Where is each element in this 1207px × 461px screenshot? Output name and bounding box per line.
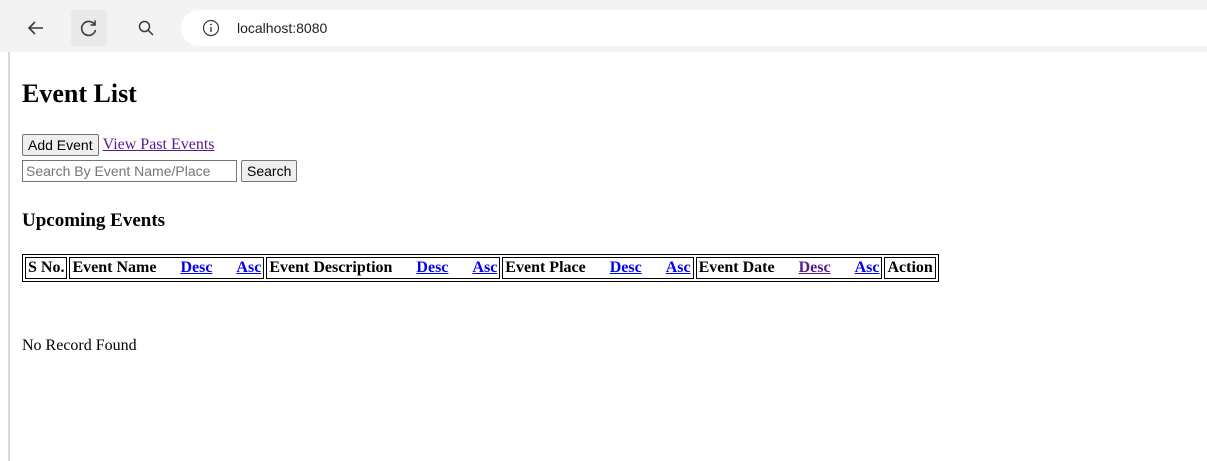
table-header-row: S No. Event Name Desc Asc Event Descriptio…: [25, 257, 936, 279]
search-input[interactable]: Search By Event Name/Place: [22, 160, 237, 182]
arrow-left-icon: [27, 21, 43, 35]
search-icon: [138, 20, 154, 36]
address-bar[interactable]: localhost:8080: [181, 10, 1207, 46]
sort-name-asc-link[interactable]: Asc: [236, 259, 261, 276]
view-past-events-link[interactable]: View Past Events: [103, 136, 215, 154]
header-event-date-label: Event Date: [698, 259, 775, 276]
header-sno-label: S No.: [28, 259, 65, 276]
reload-icon: [80, 20, 97, 37]
header-event-place: Event Place Desc Asc: [502, 257, 694, 279]
header-event-place-label: Event Place: [505, 259, 586, 276]
sort-place-asc-link[interactable]: Asc: [666, 259, 691, 276]
header-event-name-label: Event Name: [72, 259, 157, 276]
info-icon[interactable]: [201, 18, 221, 38]
reload-button[interactable]: [71, 10, 107, 46]
sort-place-desc-link[interactable]: Desc: [610, 259, 642, 276]
header-sno: S No.: [25, 257, 68, 279]
header-action-label: Action: [887, 259, 933, 276]
page-title: Event List: [22, 79, 137, 108]
header-event-description: Event Description Desc Asc: [266, 257, 501, 279]
sort-date-asc-link[interactable]: Asc: [855, 259, 880, 276]
page-viewport: Event List Add Event View Past Events Se…: [8, 52, 1207, 461]
sort-date-desc-link[interactable]: Desc: [799, 259, 831, 276]
header-action: Action: [884, 257, 936, 279]
empty-message: No Record Found: [22, 337, 137, 354]
search-row: Search By Event Name/Place Search: [22, 160, 298, 182]
action-row: Add Event View Past Events: [22, 134, 215, 156]
sort-name-desc-link[interactable]: Desc: [180, 259, 212, 276]
events-table: S No. Event Name Desc Asc Event Descriptio…: [22, 254, 939, 282]
search-button[interactable]: Search: [241, 160, 298, 182]
browser-toolbar: localhost:8080: [0, 0, 1207, 52]
search-tab-button[interactable]: [128, 10, 164, 46]
sort-description-desc-link[interactable]: Desc: [416, 259, 448, 276]
header-event-date: Event Date Desc Asc: [695, 257, 883, 279]
header-event-name: Event Name Desc Asc: [69, 257, 265, 279]
section-title: Upcoming Events: [22, 210, 166, 231]
sort-description-asc-link[interactable]: Asc: [472, 259, 497, 276]
add-event-button[interactable]: Add Event: [22, 134, 99, 156]
header-event-description-label: Event Description: [269, 259, 393, 276]
back-button[interactable]: [18, 10, 54, 46]
url-text[interactable]: localhost:8080: [237, 20, 327, 36]
